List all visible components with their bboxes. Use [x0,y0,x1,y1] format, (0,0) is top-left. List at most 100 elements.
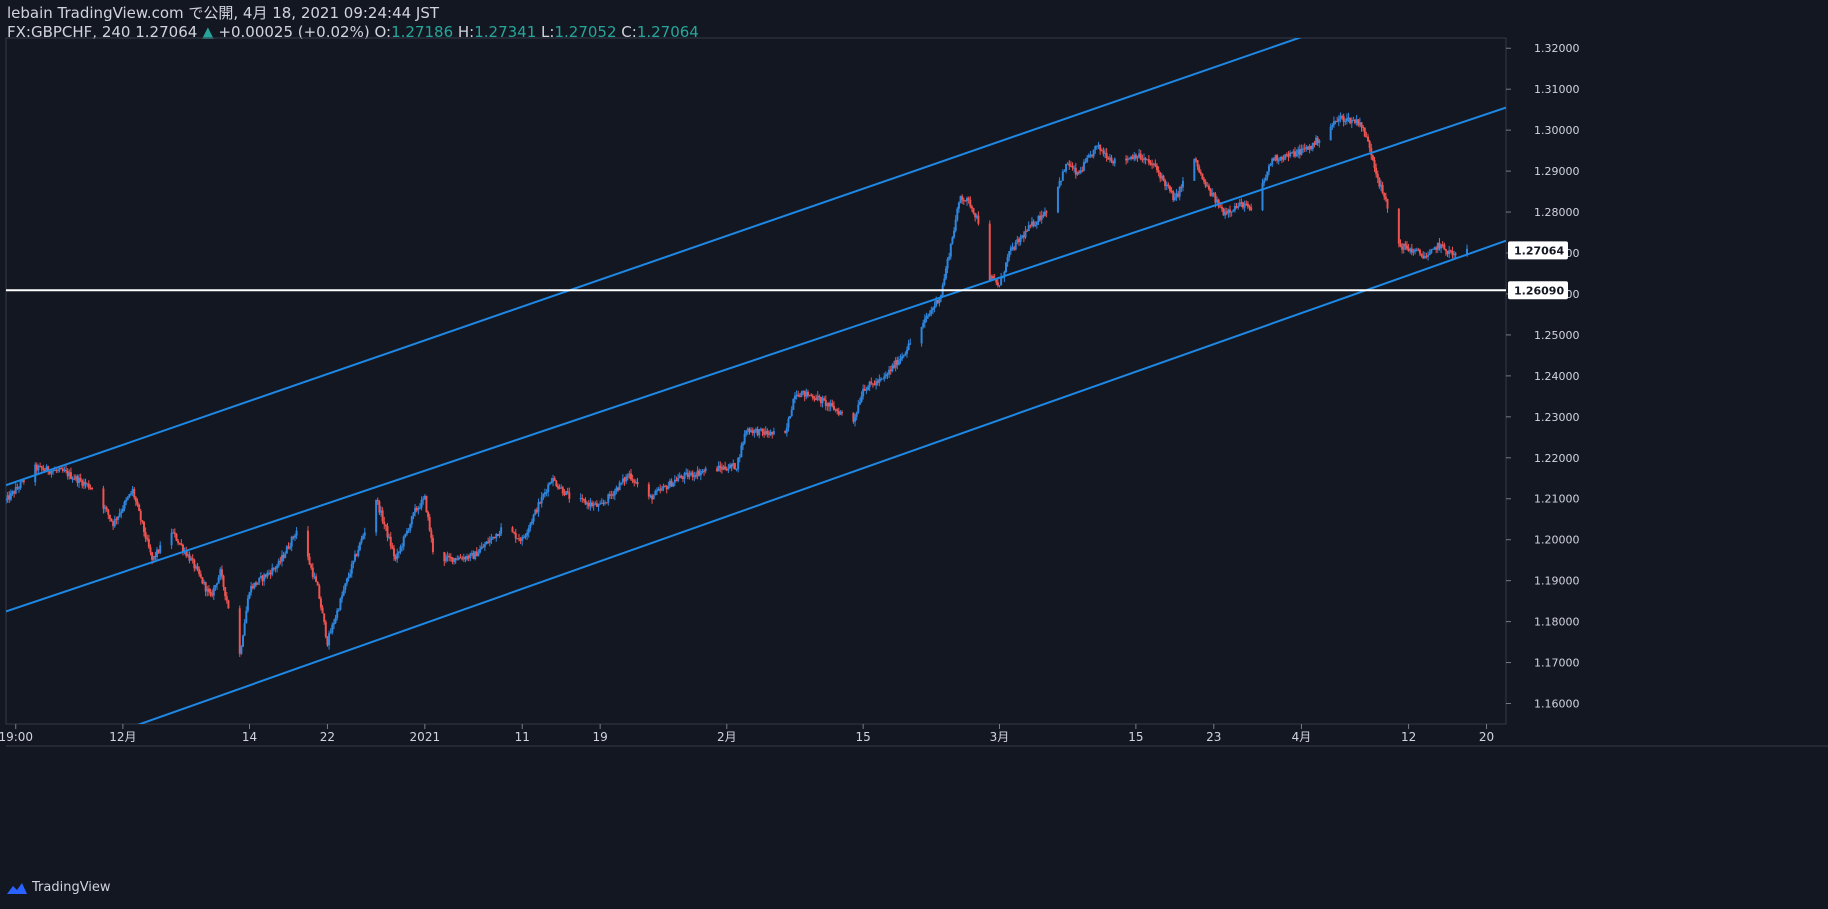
candle-body [477,552,480,557]
x-tick-label: 2021 [410,730,441,744]
candle-body [134,497,137,502]
candle-body [605,502,608,504]
y-tick-label: 1.30000 [1534,124,1580,137]
candle-body [133,489,136,498]
candle-body [339,598,342,610]
candle-body [329,632,332,634]
candle-body [654,491,657,496]
brand-label: TradingView [32,880,111,895]
y-tick-label: 1.23000 [1534,411,1580,424]
candle-body [258,577,261,583]
candle-body [6,499,7,501]
candle-body [191,558,194,560]
candle-body [944,268,947,279]
candle-body [128,494,131,498]
candle-body [321,607,324,614]
candle-body [318,585,321,599]
candle-body [311,567,314,577]
candle-body [170,532,173,546]
candle-body [688,474,691,478]
candle-body [613,490,616,496]
candle-body [954,219,957,231]
candle-body [977,215,980,224]
candle-body [324,621,327,637]
candle-body [1201,173,1204,180]
x-tick-label: 14 [242,730,257,744]
candle-body [1384,196,1387,200]
candle-body [427,512,430,518]
candle-body [672,482,675,487]
candle-body [293,535,296,538]
candle-body [1063,170,1066,172]
candle-body [1181,180,1184,188]
candle-body [1194,158,1197,161]
candle-body [102,488,105,509]
candle-body [787,418,790,428]
candle-body [897,360,900,366]
candle-body [753,429,756,434]
candle-body [758,429,761,436]
candle-body [1331,124,1334,127]
candle-body [1230,211,1233,213]
candle-body [566,491,569,493]
candle-body [1269,164,1272,166]
candle-body [1375,167,1378,174]
candle-body [956,208,959,220]
candle-body [652,495,655,500]
candle-body [319,598,322,608]
candle-body [855,412,858,418]
candle-body [1267,165,1270,172]
candle-body [1095,145,1098,147]
candle-body [1367,136,1370,141]
candle-body [883,376,886,379]
candle-body [315,576,318,582]
candle-body [740,445,743,458]
candle-body [396,553,399,560]
candle-body [245,610,248,624]
candle-body [198,568,201,575]
candle-body [149,547,152,553]
y-tick-label: 1.19000 [1534,575,1580,588]
candle-body [214,585,217,588]
candle-body [142,521,145,533]
candle-body [1212,193,1215,195]
candle-body [1147,159,1150,163]
footer-brand[interactable]: TradingView [6,880,111,895]
candle-body [522,537,525,539]
candle-body [902,354,905,357]
candle-body [91,488,94,490]
candle-body [392,548,395,557]
y-tick-label: 1.22000 [1534,452,1580,465]
candle-body [818,395,821,398]
candle-body [948,256,951,259]
candle-body [9,492,12,500]
candle-body [1154,163,1157,166]
candle-body [123,501,126,509]
candle-body [420,499,423,508]
candle-body [1344,121,1347,123]
candle-body [227,600,230,609]
candle-body [800,392,803,397]
candle-body [1337,118,1340,122]
candle-body [933,305,936,309]
tradingview-logo-icon [7,882,27,894]
candle-body [1026,230,1029,232]
candle-body [56,470,59,472]
price-chart[interactable]: 1.16000 1.17000 1.18000 1.19000 1.20000 1.210… [0,0,1828,909]
candle-body [909,343,912,345]
candle-body [290,536,293,547]
candle-body [545,492,548,494]
candle-body [1035,221,1038,225]
candle-body [1443,244,1446,250]
candle-body [422,498,425,500]
candle-body [1246,203,1249,207]
x-tick-label: 22 [320,730,335,744]
candle-body [1454,253,1457,255]
candle-body [407,530,410,532]
candle-body [376,500,379,502]
candle-body [331,624,334,633]
candle-body [766,430,769,434]
candle-body [1250,207,1253,211]
candle-body [337,609,340,611]
candle-body [949,243,952,257]
